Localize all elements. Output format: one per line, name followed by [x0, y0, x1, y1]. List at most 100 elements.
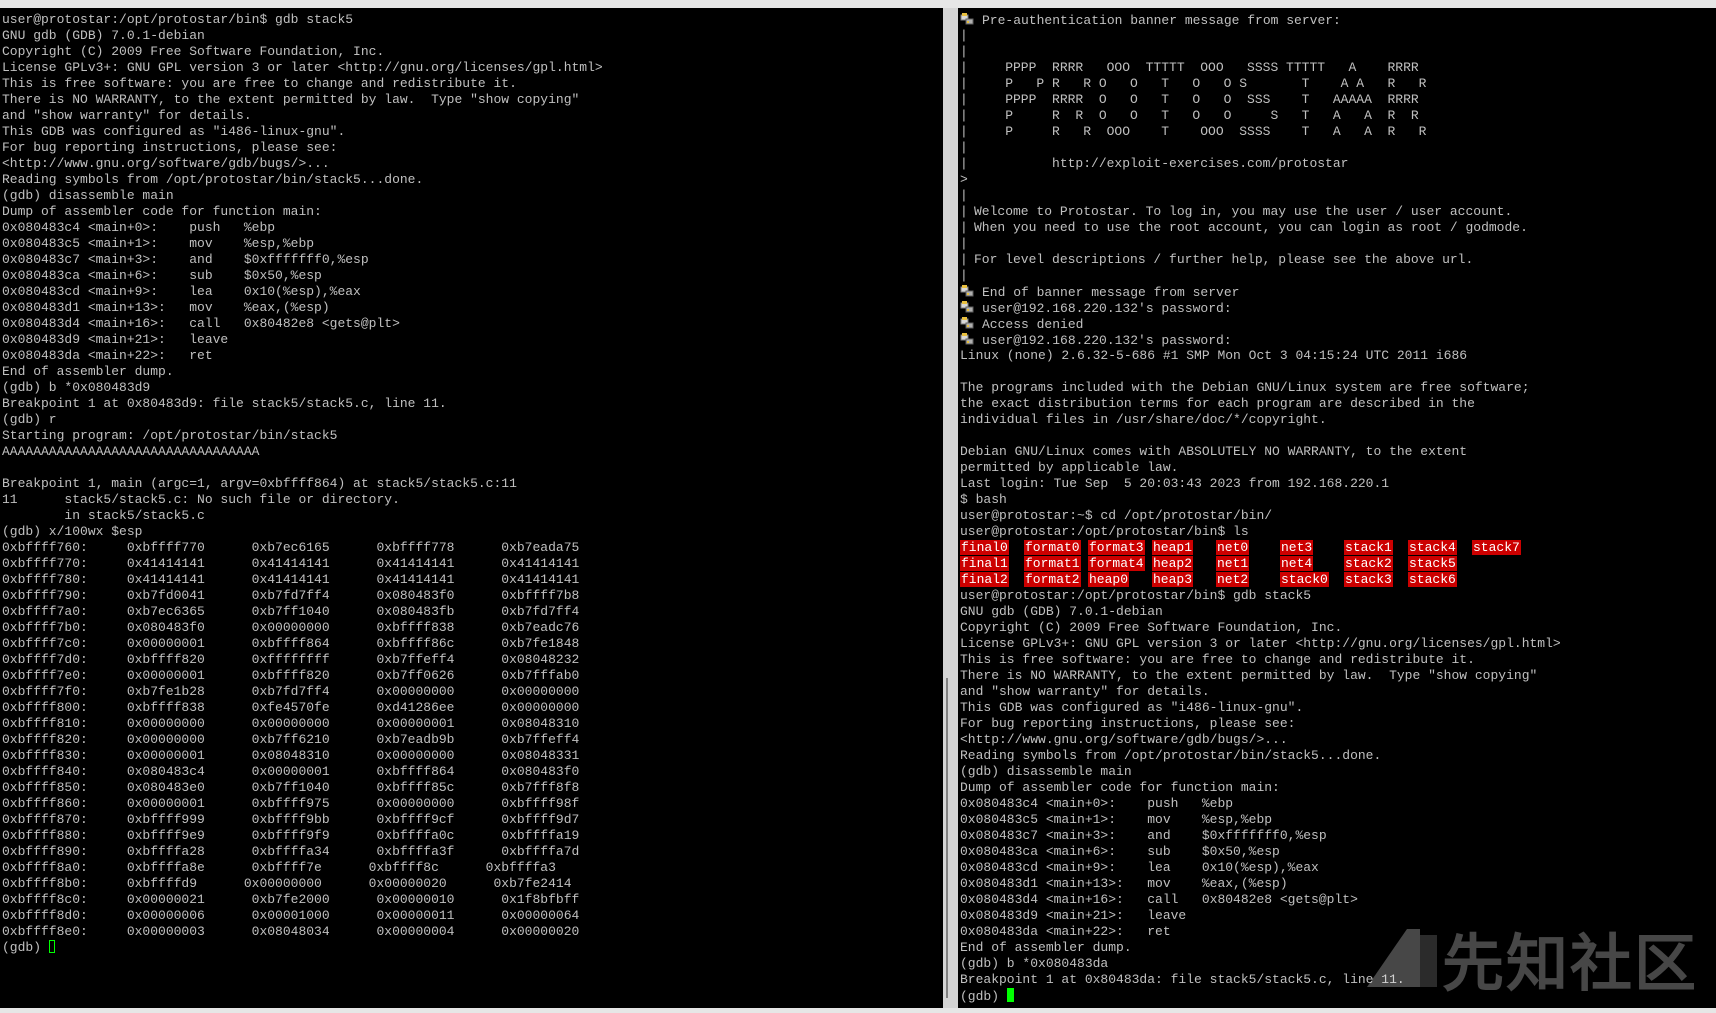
- terminal-line: 0x080483d4 <main+16>: call 0x80482e8 <ge…: [960, 892, 1358, 907]
- left-cursor: [48, 940, 55, 953]
- ssh-banner: Pre-authentication banner message from s…: [960, 12, 1716, 348]
- terminal-line: There is NO WARRANTY, to the extent perm…: [960, 668, 1538, 683]
- terminal-line: 0xbffff820: 0x00000000 0xb7ff6210 0xb7ea…: [2, 732, 580, 747]
- ls-cell: stack0: [1280, 572, 1344, 588]
- banner-prefix: |: [960, 188, 968, 203]
- banner-prefix: |: [960, 252, 968, 267]
- banner-text: For level descriptions / further help, p…: [974, 252, 1474, 267]
- ls-cell: format3: [1088, 540, 1152, 556]
- putty-key-icon: [960, 316, 974, 330]
- ls-cell: heap0: [1088, 572, 1152, 588]
- right-terminal[interactable]: Pre-authentication banner message from s…: [958, 8, 1716, 1008]
- terminal-line: 0xbffff840: 0x080483c4 0x00000001 0xbfff…: [2, 764, 580, 779]
- banner-line: |: [960, 44, 1716, 60]
- banner-text: Access denied: [982, 317, 1084, 332]
- pane-divider-scrollbar[interactable]: [943, 8, 958, 1008]
- ls-executable-name: net1: [1216, 556, 1250, 571]
- banner-prefix: |: [960, 236, 968, 251]
- terminal-line: 0x080483ca <main+6>: sub $0x50,%esp: [2, 268, 322, 283]
- ls-executable-name: stack0: [1280, 572, 1329, 587]
- banner-prefix: >: [960, 172, 968, 187]
- ls-cell: [1472, 572, 1536, 588]
- banner-text: Welcome to Protostar. To log in, you may…: [974, 204, 1513, 219]
- terminal-line: 0xbffff7c0: 0x00000001 0xbffff864 0xbfff…: [2, 636, 580, 651]
- terminal-line: 0x080483cd <main+9>: lea 0x10(%esp),%eax: [2, 284, 361, 299]
- ls-executable-name: format0: [1024, 540, 1081, 555]
- terminal-line: Dump of assembler code for function main…: [960, 780, 1280, 795]
- banner-line: | P R R O O T O O S T A A R R: [960, 108, 1716, 124]
- terminal-line: 0x080483c4 <main+0>: push %ebp: [960, 796, 1234, 811]
- terminal-line: in stack5/stack5.c: [2, 508, 205, 523]
- window-top-bar: [0, 0, 1716, 8]
- ls-cell: final2: [960, 572, 1024, 588]
- ls-executable-name: heap1: [1152, 540, 1194, 555]
- ls-cell: heap1: [1152, 540, 1216, 556]
- banner-prefix: |: [960, 60, 968, 75]
- ls-executable-name: format1: [1024, 556, 1081, 571]
- terminal-line: 0xbffff7d0: 0xbffff820 0xffffffff 0xb7ff…: [2, 652, 580, 667]
- terminal-line: For bug reporting instructions, please s…: [2, 140, 338, 155]
- terminal-line: 0xbffff810: 0x00000000 0x00000000 0x0000…: [2, 716, 580, 731]
- banner-prefix: |: [960, 108, 968, 123]
- terminal-line: (gdb) r: [2, 412, 57, 427]
- terminal-line: 0xbffff7b0: 0x080483f0 0x00000000 0xbfff…: [2, 620, 580, 635]
- scrollbar-thumb[interactable]: [946, 678, 948, 998]
- terminal-line: 0x080483c7 <main+3>: and $0xfffffff0,%es…: [960, 828, 1327, 843]
- terminal-line: 0x080483c5 <main+1>: mov %esp,%ebp: [960, 812, 1273, 827]
- terminal-line: (gdb) b *0x080483d9: [2, 380, 151, 395]
- terminal-line: Starting program: /opt/protostar/bin/sta…: [2, 428, 338, 443]
- terminal-line: 0xbffff8a0: 0xbffffa8e 0xbffff7e 0xbffff…: [2, 860, 556, 875]
- left-terminal-prompt-line[interactable]: (gdb): [2, 940, 943, 956]
- terminal-line: $ bash: [960, 492, 1007, 507]
- watermark-text: 先知社区: [1441, 927, 1698, 1000]
- banner-line: End of banner message from server: [960, 284, 1716, 300]
- putty-key-icon: [960, 300, 974, 314]
- banner-line: | P P R R O O T O O S T A A R R: [960, 76, 1716, 92]
- terminal-line: user@protostar:~$ cd /opt/protostar/bin/: [960, 508, 1273, 523]
- banner-line: | PPPP RRRR OOO TTTTT OOO SSSS TTTTT A R…: [960, 60, 1716, 76]
- terminal-line: <http://www.gnu.org/software/gdb/bugs/>.…: [2, 156, 330, 171]
- right-terminal-output-top: Linux (none) 2.6.32-5-686 #1 SMP Mon Oct…: [960, 348, 1716, 540]
- left-terminal[interactable]: user@protostar:/opt/protostar/bin$ gdb s…: [0, 8, 943, 1008]
- terminal-line: 0xbffff8c0: 0x00000021 0xb7fe2000 0x0000…: [2, 892, 580, 907]
- ls-listing: final0 format0 format3 heap1 net0 net3 stack1 s…: [960, 540, 1716, 588]
- terminal-line: There is NO WARRANTY, to the extent perm…: [2, 92, 580, 107]
- terminal-line: End of assembler dump.: [2, 364, 174, 379]
- terminal-line: 0xbffff830: 0x00000001 0x08048310 0x0000…: [2, 748, 580, 763]
- banner-line: >: [960, 172, 1716, 188]
- banner-line: | When you need to use the root account, …: [960, 220, 1716, 236]
- banner-prefix: |: [960, 44, 968, 59]
- banner-line: | For level descriptions / further help, …: [960, 252, 1716, 268]
- ls-cell: heap2: [1152, 556, 1216, 572]
- banner-prefix: |: [960, 268, 968, 283]
- terminal-line: 0xbffff890: 0xbffffa28 0xbffffa34 0xbfff…: [2, 844, 580, 859]
- banner-text: P R R OOO T OOO SSSS T A A R R: [974, 124, 1427, 139]
- banner-line: | http://exploit-exercises.com/protostar: [960, 156, 1716, 172]
- ls-executable-name: heap0: [1088, 572, 1130, 587]
- terminal-line: user@protostar:/opt/protostar/bin$ ls: [960, 524, 1249, 539]
- ls-executable-name: net4: [1280, 556, 1314, 571]
- terminal-line: 0xbffff860: 0x00000001 0xbffff975 0x0000…: [2, 796, 580, 811]
- ls-executable-name: format2: [1024, 572, 1081, 587]
- terminal-line: License GPLv3+: GNU GPL version 3 or lat…: [960, 636, 1561, 651]
- ls-executable-name: heap2: [1152, 556, 1194, 571]
- banner-prefix: |: [960, 28, 968, 43]
- terminal-line: 0x080483d1 <main+13>: mov %eax,(%esp): [960, 876, 1288, 891]
- ls-cell: net4: [1280, 556, 1344, 572]
- putty-key-icon: [960, 284, 974, 298]
- right-prompt: (gdb): [960, 989, 1007, 1004]
- terminal-line: Dump of assembler code for function main…: [2, 204, 322, 219]
- ls-cell: net0: [1216, 540, 1280, 556]
- terminal-line: 0xbffff800: 0xbffff838 0xfe4570fe 0xd412…: [2, 700, 580, 715]
- watermark-logo-icon: [1366, 929, 1437, 987]
- banner-line: |: [960, 28, 1716, 44]
- terminal-line: the exact distribution terms for each pr…: [960, 396, 1475, 411]
- putty-key-icon: [960, 332, 974, 346]
- banner-line: | P R R OOO T OOO SSSS T A A R R: [960, 124, 1716, 140]
- terminal-line: This is free software: you are free to c…: [960, 652, 1475, 667]
- terminal-line: 0xbffff850: 0x080483e0 0xb7ff1040 0xbfff…: [2, 780, 580, 795]
- left-terminal-output: user@protostar:/opt/protostar/bin$ gdb s…: [2, 12, 943, 940]
- banner-text: user@192.168.220.132's password:: [982, 333, 1232, 348]
- ls-cell: [1472, 556, 1536, 572]
